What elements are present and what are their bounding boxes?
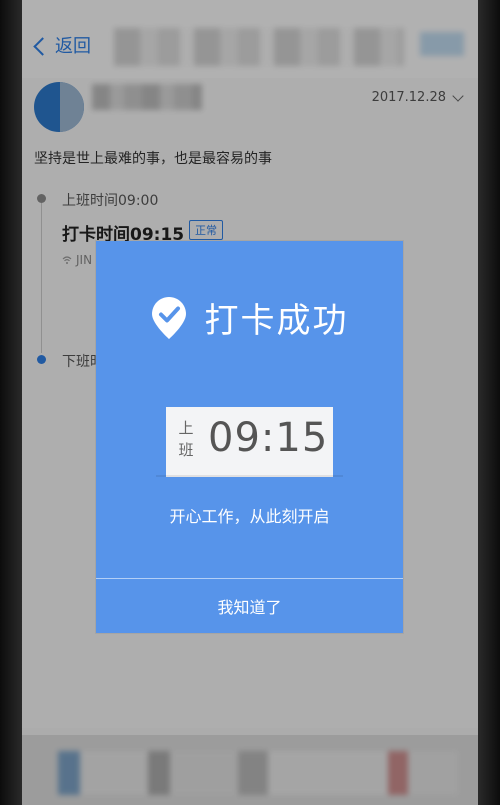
dialog-subtitle: 开心工作，从此刻开启 <box>169 507 330 526</box>
dialog-title: 打卡成功 <box>204 301 349 341</box>
ticket-shadow <box>156 475 343 477</box>
ticket-side-char-2: 班 <box>178 441 194 459</box>
ticket-side-char-1: 上 <box>178 419 194 437</box>
ticket-serrated-edge <box>166 402 333 408</box>
location-check-icon <box>151 296 186 339</box>
time-ticket: 上 班 09:15 <box>166 402 333 477</box>
checkin-success-dialog: 打卡成功 上 班 09:15 开心工作，从此刻开启 我知道了 <box>96 241 403 633</box>
ticket-time: 09:15 <box>208 415 329 461</box>
confirm-button[interactable]: 我知道了 <box>96 579 403 633</box>
dialog-header: 打卡成功 <box>96 293 403 342</box>
photo-frame-right <box>478 0 500 805</box>
photo-frame-left <box>0 0 22 805</box>
ticket-shift-label: 上 班 <box>176 417 196 461</box>
